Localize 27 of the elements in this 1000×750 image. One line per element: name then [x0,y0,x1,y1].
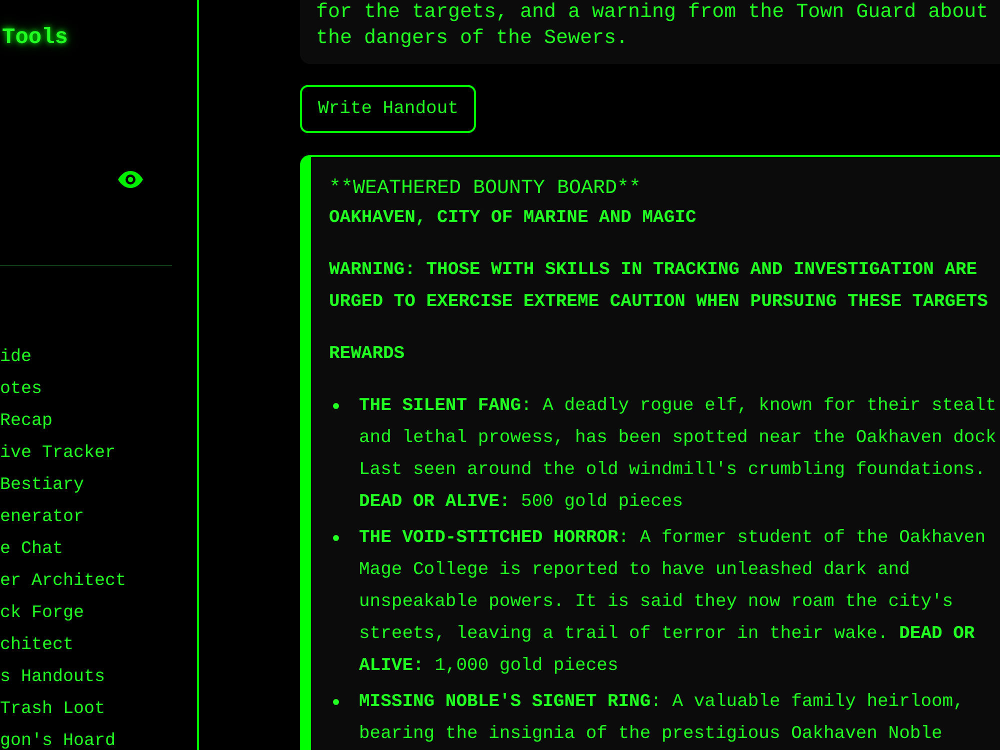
sidebar-nav-item[interactable]: e Chat [0,540,64,558]
sidebar-nav-item[interactable]: chitect [0,636,74,654]
intro-text: for the targets, and a warning from the Town Guard about the dangers of the Sewers. [316,0,990,52]
sidebar-nav-item[interactable]: Trash Loot [0,700,106,718]
sidebar-nav-item[interactable]: Recap [0,412,53,430]
sidebar-nav-item[interactable]: ck Forge [0,604,84,622]
sidebar-nav-item[interactable]: ide [0,348,32,366]
write-handout-button[interactable]: Write Handout [300,85,476,133]
bullet-icon [333,403,339,409]
sidebar-nav-item[interactable]: s Handouts [0,668,106,686]
sidebar-nav-item[interactable]: gon's Hoard [0,732,116,750]
rewards-heading: REWARDS [329,343,406,366]
eye-icon[interactable] [118,171,143,188]
bullet-icon [333,535,339,541]
sidebar-title: Tools [2,24,68,52]
sidebar-nav-item[interactable]: er Architect [0,572,126,590]
bullet-icon [333,699,339,705]
sidebar-nav-item[interactable]: Bestiary [0,476,84,494]
board-header: **WEATHERED BOUNTY BOARD** [329,176,642,202]
sidebar-nav-item[interactable]: ive Tracker [0,444,116,462]
sidebar-nav-item[interactable]: otes [0,380,42,398]
sidebar-nav-item[interactable]: enerator [0,508,84,526]
reward-text: THE SILENT FANG: A deadly rogue elf, known for their stealt and lethal prowess, has been spotted near the Oakhaven dock Last seen around the old windmill's crumbling foundations. DEAD OR ALIVE: 500 gold pieces [359,395,998,514]
warning-text: WARNING: THOSE WITH SKILLS IN TRACKING AND INVESTIGATION ARE URGED TO EXERCISE EXTREME CAUTION WHEN PURSUING THESE TARGETS [329,259,989,314]
board-subtitle: OAKHAVEN, CITY OF MARINE AND MAGIC [329,207,698,230]
reward-text: MISSING NOBLE'S SIGNET RING: A valuable family heirloom, bearing the insignia of the prestigious Oakhaven Noble [359,691,965,746]
reward-text: THE VOID-STITCHED HORROR: A former student of the Oakhaven Mage College is reported to have unleashed dark and unspeakable powers. It is said they now roam the city's streets, leaving a trail of terror in their wake. DEAD OR ALIVE: 1,000 gold pieces [359,527,987,678]
